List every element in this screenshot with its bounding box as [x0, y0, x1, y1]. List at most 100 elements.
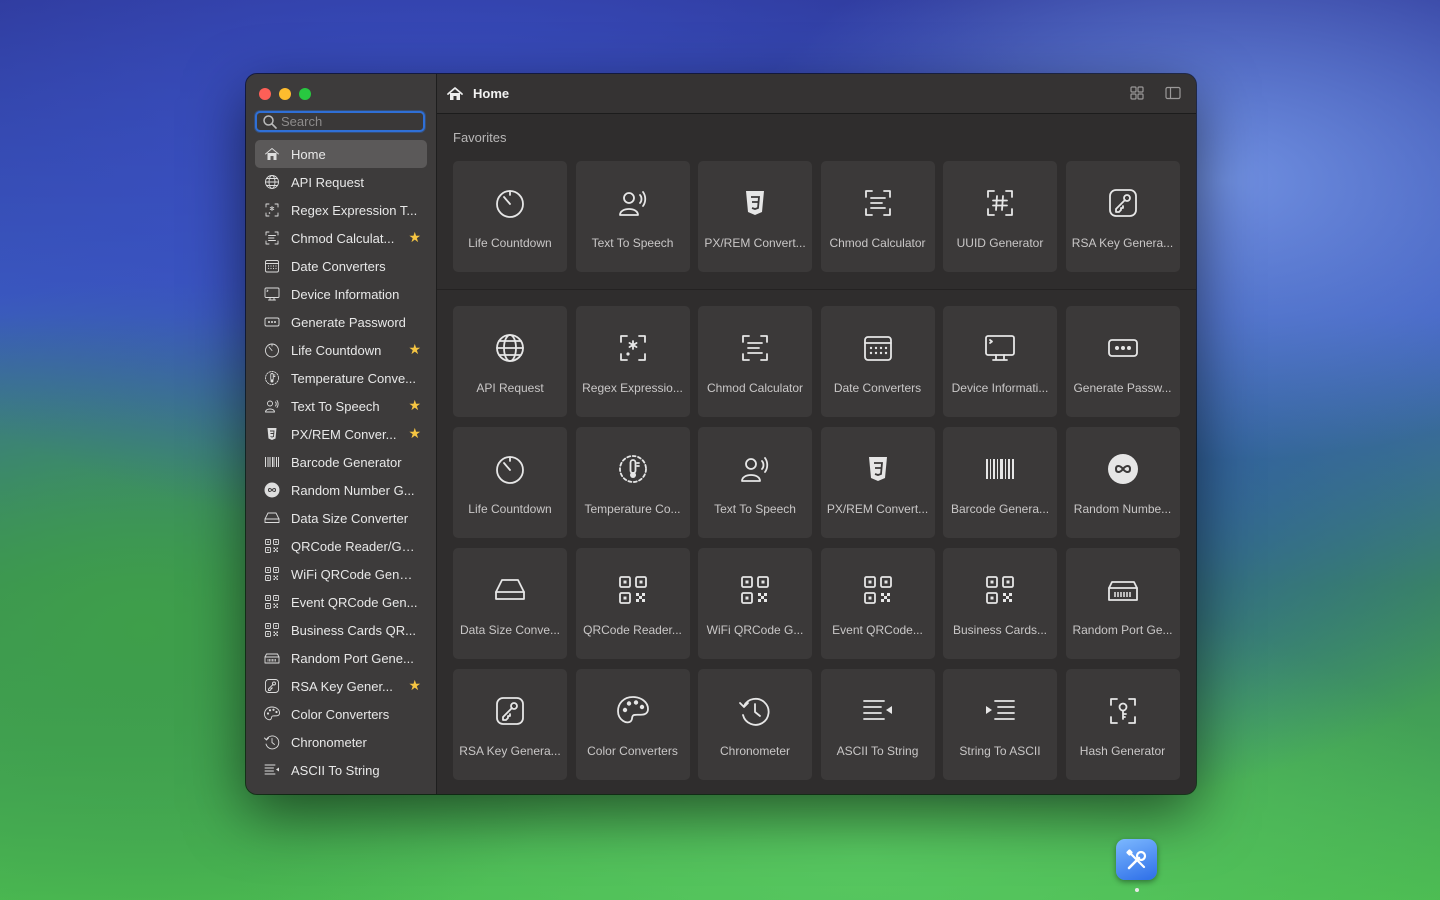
sidebar-item[interactable]: Chronometer	[255, 728, 427, 756]
sidebar-item[interactable]: Chmod Calculat... ★	[255, 224, 427, 252]
grid-view-icon[interactable]	[1129, 85, 1145, 101]
sidebar-item-label: WiFi QRCode Gener...	[291, 566, 419, 582]
infinity-icon	[264, 482, 280, 498]
qrcode-icon	[265, 623, 279, 637]
sidebar-item[interactable]: Life Countdown ★	[255, 336, 427, 364]
port-icon	[1107, 581, 1138, 601]
card-label: Event QRCode...	[832, 623, 923, 637]
search-input[interactable]	[278, 114, 414, 129]
timer-icon	[496, 456, 524, 484]
sidebar-item-label: Random Number G...	[291, 482, 415, 498]
hash-icon	[987, 190, 1013, 216]
tool-card[interactable]: Color Converters	[575, 669, 690, 780]
tool-card[interactable]: Temperature Co...	[575, 427, 690, 538]
favorite-tool-card[interactable]: RSA Key Genera...	[1065, 161, 1180, 272]
sidebar-item-label: Generate Password	[291, 314, 406, 330]
search-field[interactable]	[255, 111, 425, 132]
star-icon: ★	[408, 397, 421, 413]
close-button[interactable]	[259, 88, 271, 100]
sidebar-item[interactable]: Temperature Conve...	[255, 364, 427, 392]
favorite-tool-card[interactable]: Life Countdown	[453, 161, 567, 272]
card-label: Life Countdown	[468, 236, 552, 250]
minimize-button[interactable]	[279, 88, 291, 100]
tool-card[interactable]: Regex Expressio...	[575, 306, 690, 417]
tool-card[interactable]: Barcode Genera...	[943, 427, 1057, 538]
sidebar-item-label: RSA Key Gener...	[291, 678, 393, 694]
sidebar-item-label: Color Converters	[291, 706, 390, 722]
text-right-icon	[986, 700, 1015, 720]
thermometer-icon	[265, 371, 279, 385]
app-dock-icon[interactable]	[1116, 839, 1157, 880]
sidebar-item[interactable]: Generate Password	[255, 308, 427, 336]
sidebar-item[interactable]: Random Number G...	[255, 476, 427, 504]
sidebar-item[interactable]: Text To Speech ★	[255, 392, 427, 420]
history-icon	[264, 735, 280, 750]
favorite-tool-card[interactable]: PX/REM Convert...	[698, 161, 812, 272]
sidebar-item[interactable]: Event QRCode Gen...	[255, 588, 427, 616]
globe-icon	[265, 175, 279, 189]
sidebar-item[interactable]: API Request	[255, 168, 427, 196]
sidebar-item-label: QRCode Reader/Ge...	[291, 538, 419, 554]
palette-icon	[264, 706, 280, 721]
tool-card[interactable]: Data Size Conve...	[453, 548, 567, 659]
card-label: Generate Passw...	[1073, 381, 1172, 395]
sidebar-item[interactable]: PX/REM Conver... ★	[255, 420, 427, 448]
window-controls	[259, 88, 311, 100]
sidebar-item[interactable]: QRCode Reader/Ge...	[255, 532, 427, 560]
sidebar-item[interactable]: Data Size Converter	[255, 504, 427, 532]
chmod-icon	[864, 190, 891, 216]
tool-card[interactable]: String To ASCII	[943, 669, 1057, 780]
tool-card[interactable]: Chronometer	[698, 669, 812, 780]
card-label: UUID Generator	[956, 236, 1044, 250]
section-divider	[437, 289, 1196, 290]
tool-card[interactable]: Text To Speech	[698, 427, 812, 538]
star-icon: ★	[408, 341, 421, 357]
calendar-icon	[863, 336, 892, 361]
card-label: RSA Key Genera...	[459, 744, 561, 758]
favorite-tool-card[interactable]: UUID Generator	[943, 161, 1057, 272]
card-label: Text To Speech	[714, 502, 796, 516]
sidebar-item-label: Random Port Gene...	[291, 650, 414, 666]
app-window: Home API Request Regex Expression T... Chmo…	[246, 74, 1196, 794]
sidebar-item[interactable]: Barcode Generator	[255, 448, 427, 476]
sidebar-item[interactable]: Random Port Gene...	[255, 644, 427, 672]
zoom-button[interactable]	[299, 88, 311, 100]
tool-card[interactable]: RSA Key Genera...	[453, 669, 567, 780]
sidebar-item[interactable]: WiFi QRCode Gener...	[255, 560, 427, 588]
sidebar-item[interactable]: Home	[255, 140, 427, 168]
tool-card[interactable]: Business Cards...	[943, 548, 1057, 659]
port-icon	[264, 653, 280, 664]
sidebar-item[interactable]: Business Cards QR...	[255, 616, 427, 644]
sidebar-item[interactable]: Device Information	[255, 280, 427, 308]
favorite-tool-card[interactable]: Chmod Calculator	[820, 161, 935, 272]
palette-icon	[616, 696, 649, 724]
sidebar-item-label: Event QRCode Gen...	[291, 594, 418, 610]
sidebar-item-label: Chronometer	[291, 734, 367, 750]
favorite-tool-card[interactable]: Text To Speech	[575, 161, 690, 272]
tool-card[interactable]: Event QRCode...	[820, 548, 935, 659]
tool-card[interactable]: API Request	[453, 306, 567, 417]
tool-card[interactable]: PX/REM Convert...	[820, 427, 935, 538]
tool-card[interactable]: QRCode Reader...	[575, 548, 690, 659]
tool-card[interactable]: Chmod Calculator	[698, 306, 812, 417]
tool-card[interactable]: Device Informati...	[943, 306, 1057, 417]
tool-card[interactable]: Life Countdown	[453, 427, 567, 538]
tool-card[interactable]: Hash Generator	[1065, 669, 1180, 780]
sidebar-item[interactable]: RSA Key Gener... ★	[255, 672, 427, 700]
sidebar-item-label: Device Information	[291, 286, 400, 302]
tool-card[interactable]: ASCII To String	[820, 669, 935, 780]
tool-card[interactable]: Random Numbe...	[1065, 427, 1180, 538]
tool-card[interactable]: Random Port Ge...	[1065, 548, 1180, 659]
sidebar-toggle-icon[interactable]	[1165, 85, 1181, 101]
sidebar-item[interactable]: Color Converters	[255, 700, 427, 728]
sidebar-item[interactable]: Date Converters	[255, 252, 427, 280]
sidebar-item-label: Life Countdown	[291, 342, 382, 358]
star-icon: ★	[408, 425, 421, 441]
tool-card[interactable]: Date Converters	[820, 306, 935, 417]
sidebar-item[interactable]: ASCII To String	[255, 756, 427, 784]
tool-card[interactable]: WiFi QRCode G...	[698, 548, 812, 659]
sidebar-item-label: Temperature Conve...	[291, 370, 417, 386]
sidebar-item[interactable]: Regex Expression T...	[255, 196, 427, 224]
tool-card[interactable]: Generate Passw...	[1065, 306, 1180, 417]
sidebar-item-label: Date Converters	[291, 258, 386, 274]
